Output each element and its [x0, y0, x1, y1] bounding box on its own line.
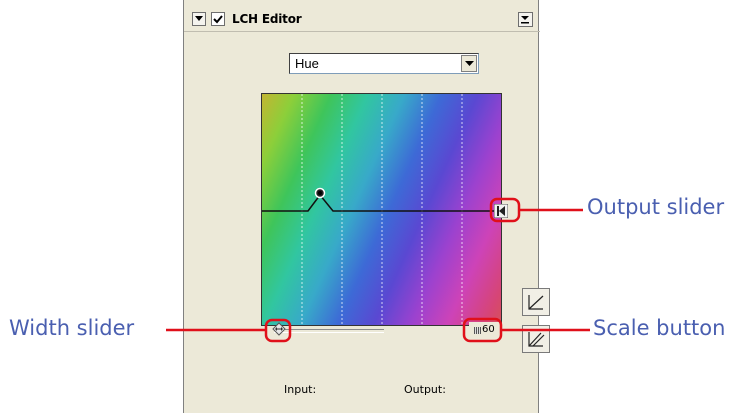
diamond-handle-icon	[272, 322, 286, 336]
output-slider-handle[interactable]	[493, 203, 509, 219]
checkmark-icon	[213, 14, 223, 23]
panel-menu-button[interactable]	[518, 12, 533, 27]
enable-checkbox[interactable]	[211, 12, 225, 26]
panel-titlebar: LCH Editor	[184, 9, 540, 32]
scale-value: 60	[482, 324, 495, 335]
menu-down-icon	[521, 16, 529, 24]
collapse-button[interactable]	[192, 12, 206, 26]
channel-select[interactable]: Hue	[289, 53, 479, 74]
hue-gradient-canvas	[262, 94, 501, 325]
curve-icon	[528, 295, 544, 310]
curve-mode-button[interactable]	[522, 288, 550, 316]
width-slider-handle[interactable]	[272, 322, 286, 336]
lch-editor-panel: LCH Editor Hue 60 Input: Output:	[183, 0, 550, 413]
output-slider-callout: Output slider	[587, 195, 725, 219]
channel-select-arrow[interactable]	[461, 55, 477, 72]
reset-curve-button[interactable]	[522, 325, 550, 353]
hue-curve-graph[interactable]	[261, 93, 502, 326]
triangle-down-icon	[195, 16, 203, 21]
chevron-down-icon	[464, 61, 474, 66]
width-slider-track[interactable]	[274, 329, 384, 333]
scale-button[interactable]: 60	[469, 322, 501, 339]
scale-button-callout: Scale button	[593, 316, 726, 340]
input-label: Input:	[284, 383, 317, 396]
width-slider-callout: Width slider	[9, 316, 135, 340]
double-left-arrow-icon	[493, 203, 509, 219]
channel-select-value: Hue	[295, 56, 319, 71]
panel-title: LCH Editor	[232, 12, 302, 26]
scale-grip-icon	[474, 327, 481, 334]
reset-curve-icon	[528, 332, 545, 347]
output-label: Output:	[404, 383, 446, 396]
